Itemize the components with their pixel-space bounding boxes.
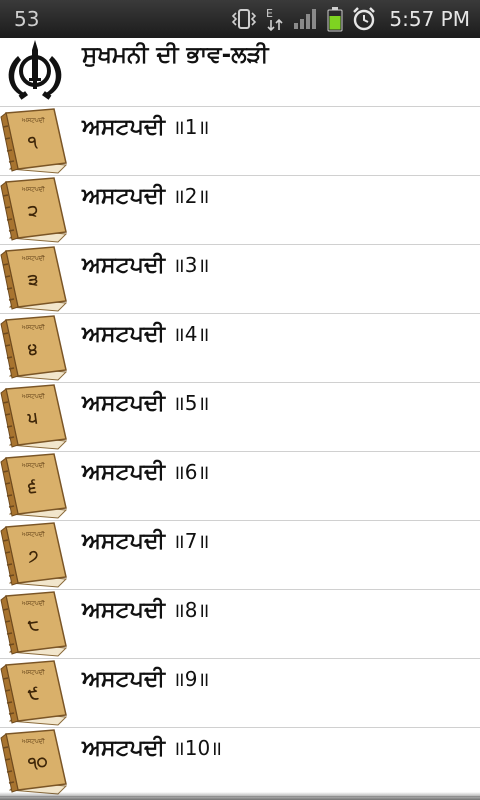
chapter-number: ॥1॥ — [172, 115, 210, 139]
book-cover-text: ਅਸਟਪਦੀ — [21, 599, 45, 607]
signal-icon — [293, 8, 319, 30]
book-icon: ਅਸਟਪਦੀ ੪ — [0, 314, 70, 382]
book-icon: ਅਸਟਪਦੀ ੬ — [0, 452, 70, 520]
chapter-name: ਅਸਟਪਦੀ — [82, 253, 166, 278]
list-item-label: ਅਸਟਪਦੀ ॥4॥ — [82, 320, 209, 347]
network-letter: E — [266, 7, 273, 20]
list-item-label: ਅਸਟਪਦੀ ॥2॥ — [82, 182, 209, 209]
book-cover-text: ਅਸਟਪਦੀ — [21, 254, 45, 262]
book-cover-text: ਅਸਟਪਦੀ — [21, 737, 45, 745]
list-item[interactable]: ਅਸਟਪਦੀ ੪ ਅਸਟਪਦੀ ॥4॥ — [0, 314, 480, 383]
chapter-number: ॥7॥ — [172, 529, 210, 553]
chapter-number: ॥2॥ — [172, 184, 210, 208]
status-icons: E 5:57 PM — [231, 6, 480, 32]
chapter-list: ਸੁਖਮਨੀ ਦੀ ਭਾਵ-ਲੜੀ ਅਸਟਪਦੀ ੧ ਅਸਟਪਦੀ ॥1॥ ਅਸਟਪਦ… — [0, 38, 480, 797]
chapter-number: ॥10॥ — [172, 736, 223, 760]
chapter-name: ਅਸਟਪਦੀ — [82, 391, 166, 416]
list-item-label: ਅਸਟਪਦੀ ॥9॥ — [82, 665, 209, 692]
edge-data-icon: E — [265, 6, 285, 32]
book-cover-text: ਅਸਟਪਦੀ — [21, 668, 45, 676]
book-icon: ਅਸਟਪਦੀ ੧੦ — [0, 728, 70, 796]
book-cover-text: ਅਸਟਪਦੀ — [21, 185, 45, 193]
book-icon: ਅਸਟਪਦੀ ੮ — [0, 590, 70, 658]
book-icon: ਅਸਟਪਦੀ ੨ — [0, 176, 70, 244]
list-item[interactable]: ਅਸਟਪਦੀ ੭ ਅਸਟਪਦੀ ॥7॥ — [0, 521, 480, 590]
chapter-name: ਅਸਟਪਦੀ — [82, 667, 166, 692]
list-item[interactable]: ਅਸਟਪਦੀ ੫ ਅਸਟਪਦੀ ॥5॥ — [0, 383, 480, 452]
book-icon: ਅਸਟਪਦੀ ੯ — [0, 659, 70, 727]
book-cover-text: ਅਸਟਪਦੀ — [21, 461, 45, 469]
chapter-name: ਅਸਟਪਦੀ — [82, 322, 166, 347]
list-item-label: ਅਸਟਪਦੀ ॥5॥ — [82, 389, 209, 416]
list-item-label: ਅਸਟਪਦੀ ॥1॥ — [82, 113, 209, 140]
chapter-number: ॥6॥ — [172, 460, 210, 484]
chapter-name: ਅਸਟਪਦੀ — [82, 115, 166, 140]
bottom-shadow — [0, 792, 480, 800]
chapter-number: ॥8॥ — [172, 598, 210, 622]
status-bar: 53 E 5:57 PM — [0, 0, 480, 38]
list-item-label: ਅਸਟਪਦੀ ॥10॥ — [82, 734, 222, 761]
chapter-name: ਅਸਟਪਦੀ — [82, 460, 166, 485]
clock: 5:57 PM — [389, 7, 470, 31]
book-icon: ਅਸਟਪਦੀ ੫ — [0, 383, 70, 451]
book-cover-text: ਅਸਟਪਦੀ — [21, 392, 45, 400]
chapter-name: ਅਸਟਪਦੀ — [82, 184, 166, 209]
book-cover-text: ਅਸਟਪਦੀ — [21, 116, 45, 124]
vibrate-icon — [231, 7, 257, 31]
list-item[interactable]: ਅਸਟਪਦੀ ੯ ਅਸਟਪਦੀ ॥9॥ — [0, 659, 480, 728]
list-item-label: ਅਸਟਪਦੀ ॥7॥ — [82, 527, 209, 554]
list-item[interactable]: ਅਸਟਪਦੀ ੬ ਅਸਟਪਦੀ ॥6॥ — [0, 452, 480, 521]
list-header-item[interactable]: ਸੁਖਮਨੀ ਦੀ ਭਾਵ-ਲੜੀ — [0, 38, 480, 107]
alarm-icon — [351, 6, 377, 32]
book-icon: ਅਸਟਪਦੀ ੧ — [0, 107, 70, 175]
book-numeral: ੧੦ — [27, 751, 49, 773]
list-header-title: ਸੁਖਮਨੀ ਦੀ ਭਾਵ-ਲੜੀ — [82, 42, 269, 68]
book-icon: ਅਸਟਪਦੀ ੭ — [0, 521, 70, 589]
chapter-number: ॥3॥ — [172, 253, 210, 277]
chapter-name: ਅਸਟਪਦੀ — [82, 529, 166, 554]
chapter-name: ਅਸਟਪਦੀ — [82, 598, 166, 623]
khanda-icon — [0, 38, 70, 106]
battery-icon — [327, 6, 343, 32]
list-item[interactable]: ਅਸਟਪਦੀ ੮ ਅਸਟਪਦੀ ॥8॥ — [0, 590, 480, 659]
list-item-label: ਅਸਟਪਦੀ ॥6॥ — [82, 458, 209, 485]
chapter-number: ॥5॥ — [172, 391, 210, 415]
list-item-label: ਅਸਟਪਦੀ ॥3॥ — [82, 251, 209, 278]
list-item[interactable]: ਅਸਟਪਦੀ ੩ ਅਸਟਪਦੀ ॥3॥ — [0, 245, 480, 314]
list-item[interactable]: ਅਸਟਪਦੀ ੧ ਅਸਟਪਦੀ ॥1॥ — [0, 107, 480, 176]
chapter-number: ॥9॥ — [172, 667, 210, 691]
list-item[interactable]: ਅਸਟਪਦੀ ੧੦ ਅਸਟਪਦੀ ॥10॥ — [0, 728, 480, 797]
list-item[interactable]: ਅਸਟਪਦੀ ੨ ਅਸਟਪਦੀ ॥2॥ — [0, 176, 480, 245]
chapter-name: ਅਸਟਪਦੀ — [82, 736, 166, 761]
chapter-number: ॥4॥ — [172, 322, 210, 346]
list-item-label: ਅਸਟਪਦੀ ॥8॥ — [82, 596, 209, 623]
notification-count: 53 — [14, 7, 40, 31]
book-icon: ਅਸਟਪਦੀ ੩ — [0, 245, 70, 313]
book-cover-text: ਅਸਟਪਦੀ — [21, 530, 45, 538]
book-cover-text: ਅਸਟਪਦੀ — [21, 323, 45, 331]
